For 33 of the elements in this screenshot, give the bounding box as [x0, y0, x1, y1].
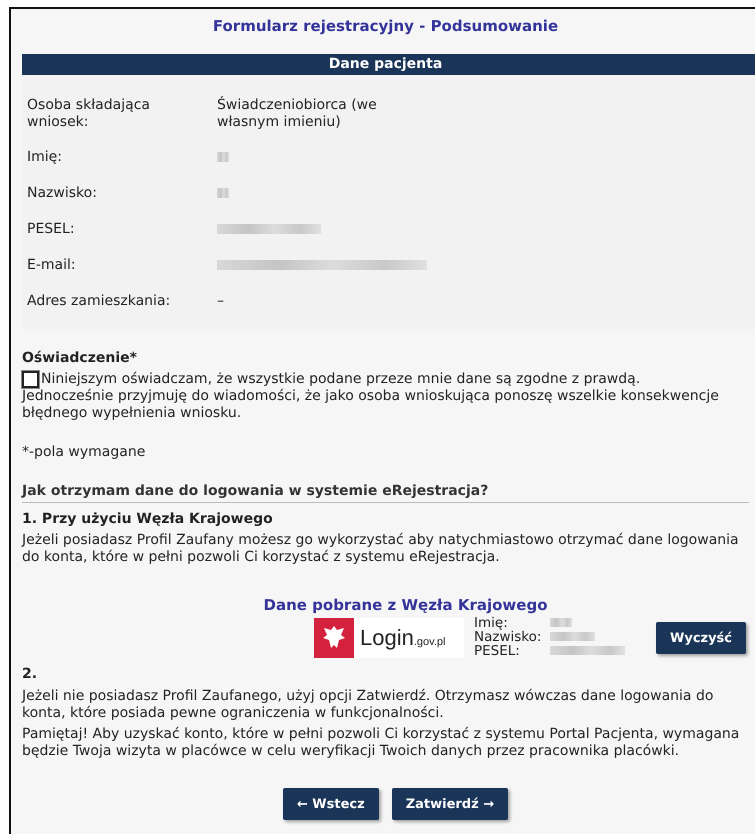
field-label: PESEL:: [474, 644, 521, 658]
section-header: Dane pacjenta: [22, 54, 755, 75]
field-label: Osoba składająca wniosek:: [27, 97, 151, 132]
login-info-heading: Jak otrzymam dane do logowania w systemie eRejestracja?: [22, 483, 749, 503]
confirm-button[interactable]: Zatwierdź →: [392, 788, 508, 820]
node-title: Dane pobrane z Węzła Krajowego: [262, 596, 548, 614]
field-label: Nazwisko:: [474, 630, 542, 644]
redacted-value: [217, 188, 229, 198]
option-text: Jeżeli nie posiadasz Profil Zaufanego, użyj opcji Zatwierdź. Otrzymasz wówczas dane logowania do konta, które posiada pewne ograniczenia w funkcjonalności.: [22, 688, 714, 722]
clear-button[interactable]: Wyczyść: [656, 622, 746, 654]
field-label: Imię:: [27, 149, 63, 167]
option-title: 1. Przy użyciu Węzła Krajowego: [22, 511, 274, 528]
field-label: Nazwisko:: [27, 185, 98, 203]
declaration-text: Jednocześnie przyjmuję do wiadomości, że jako osoba wnioskująca ponoszę wszelkie konsekwencje błędnego wypełnienia wniosku.: [22, 388, 720, 422]
page-title: Formularz rejestracyjny - Podsumowanie: [212, 17, 560, 35]
field-label: Adres zamieszkania:: [27, 293, 172, 311]
redacted-value: [217, 152, 229, 162]
declaration-text: Niniejszym oświadczam, że wszystkie podane przeze mnie dane są zgodne z prawdą.: [41, 371, 640, 388]
field-value: –: [217, 293, 225, 311]
redacted-value: [550, 618, 572, 627]
redacted-value: [550, 632, 595, 641]
field-label: E-mail:: [27, 257, 77, 275]
declaration-checkbox[interactable]: [22, 371, 39, 388]
option-text: Jeżeli posiadasz Profil Zaufany możesz go wykorzystać aby natychmiastowo otrzymać dane logowania do konta, które w pełni pozwoli Ci korzystać z systemu eRejestracja.: [22, 532, 740, 566]
declaration-title: Oświadczenie*: [22, 350, 138, 367]
field-label: PESEL:: [27, 221, 76, 239]
back-button[interactable]: ← Wstecz: [282, 788, 379, 820]
option-title: 2.: [22, 666, 38, 683]
field-value: Świadczeniobiorca (we własnym imieniu): [217, 97, 378, 132]
option-text: Pamiętaj! Aby uzyskać konto, które w pełni pozwoli Ci korzystać z systemu Portal Pacjenta, wymagana będzie Twoja wizyta w placówce w celu weryfikacji Twoich danych przez pracownika placówki.: [22, 726, 740, 760]
field-label: Imię:: [474, 616, 508, 630]
logo-text: Login.gov.pl: [360, 625, 446, 651]
required-note: *-pola wymagane: [22, 444, 146, 461]
